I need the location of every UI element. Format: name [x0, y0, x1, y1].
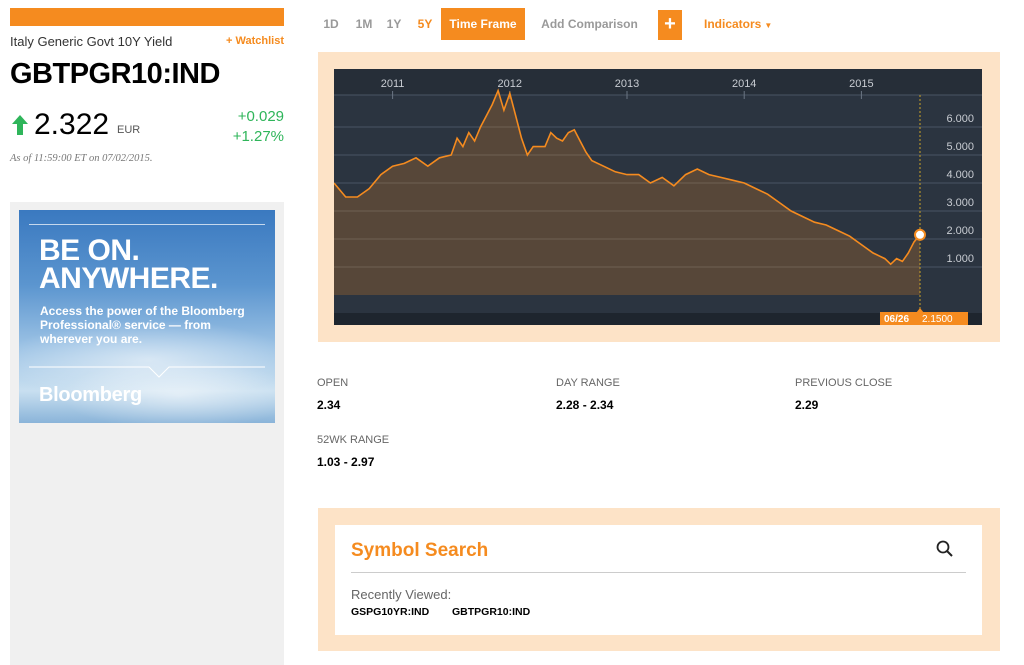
price-chart[interactable]: 1.000 2.000 3.000 4.000 5.000 6.000 2011 2012 20…: [334, 69, 1000, 325]
y-tick-label: 1.000: [946, 253, 974, 265]
ticker-symbol: GBTPGR10:IND: [10, 58, 220, 90]
bloomberg-ad-banner[interactable]: BE ON. ANYWHERE. Access the power of the…: [19, 210, 275, 423]
price-row: 2.322 EUR +0.029 +1.27%: [10, 108, 284, 152]
ad-panel: BE ON. ANYWHERE. Access the power of the…: [10, 202, 284, 665]
add-comparison-button[interactable]: Add Comparison: [532, 8, 647, 40]
add-comparison-plus-button[interactable]: +: [658, 10, 682, 40]
day-range-value: 2.28 - 2.34: [556, 398, 614, 412]
caret-down-icon: ▼: [764, 21, 773, 30]
quote-page: Italy Generic Govt 10Y Yield + Watchlist…: [0, 0, 1024, 665]
recently-viewed-label: Recently Viewed:: [351, 587, 452, 602]
indicators-label: Indicators: [704, 17, 762, 31]
tooltip-value: 2.1500: [922, 314, 953, 325]
x-tick-label: 2015: [849, 78, 873, 90]
day-range-label: DAY RANGE: [556, 377, 620, 389]
indicators-dropdown[interactable]: Indicators ▼: [704, 8, 772, 40]
price-marker: [914, 228, 926, 241]
open-label: OPEN: [317, 377, 349, 389]
ad-divider-pointer: [29, 366, 265, 378]
52wk-range-value: 1.03 - 2.97: [317, 455, 375, 469]
time-frame-button[interactable]: Time Frame: [441, 8, 525, 40]
symbol-search-title: Symbol Search: [351, 540, 489, 561]
open-value: 2.34: [317, 398, 341, 412]
52wk-range-label: 52WK RANGE: [317, 434, 390, 446]
recent-symbol-link[interactable]: GSPG10YR:IND: [351, 606, 429, 618]
change-absolute: +0.029: [237, 108, 284, 125]
x-tick-label: 2013: [615, 78, 639, 90]
range-5y-button[interactable]: 5Y: [412, 8, 438, 40]
accent-bar: [10, 8, 284, 26]
watchlist-button[interactable]: + Watchlist: [226, 35, 284, 47]
symbol-search-card: Symbol Search Recently Viewed: GSPG10YR:…: [335, 525, 982, 635]
security-name: Italy Generic Govt 10Y Yield: [10, 34, 173, 49]
currency: EUR: [117, 124, 141, 136]
ad-body-text: Access the power of the Bloomberg Profes…: [40, 304, 245, 346]
tooltip-date: 06/26: [884, 314, 909, 325]
y-tick-label: 4.000: [946, 169, 974, 181]
y-tick-label: 6.000: [946, 113, 974, 125]
as-of-timestamp: As of 11:59:00 ET on 07/02/2015.: [10, 153, 153, 164]
search-underline: [351, 572, 966, 573]
last-price: 2.322: [34, 108, 110, 141]
x-tick-label: 2011: [381, 78, 405, 90]
x-tick-label: 2012: [498, 78, 522, 90]
range-1d-button[interactable]: 1D: [318, 8, 344, 40]
ad-divider: [29, 224, 265, 225]
chart-frame: 1.000 2.000 3.000 4.000 5.000 6.000 2011 2012 20…: [318, 52, 1000, 342]
range-1y-button[interactable]: 1Y: [382, 8, 406, 40]
bloomberg-logo: Bloomberg: [39, 384, 142, 406]
previous-close-label: PREVIOUS CLOSE: [795, 377, 893, 389]
chart-x-axis-band: [334, 69, 982, 95]
y-tick-label: 5.000: [946, 141, 974, 153]
x-tick-label: 2014: [732, 78, 756, 90]
recent-symbol-link[interactable]: GBTPGR10:IND: [452, 606, 530, 618]
y-tick-label: 2.000: [946, 225, 974, 237]
previous-close-value: 2.29: [795, 398, 819, 412]
range-1m-button[interactable]: 1M: [350, 8, 378, 40]
up-arrow-icon: [12, 115, 28, 135]
search-icon[interactable]: [935, 539, 955, 559]
y-tick-label: 3.000: [946, 197, 974, 209]
change-percent: +1.27%: [232, 128, 284, 145]
ad-headline-2: ANYWHERE.: [39, 262, 218, 295]
price-chart-svg: 1.000 2.000 3.000 4.000 5.000 6.000 2011 2012 20…: [334, 69, 982, 325]
symbol-search-panel: Symbol Search Recently Viewed: GSPG10YR:…: [318, 508, 1000, 651]
left-column: Italy Generic Govt 10Y Yield + Watchlist…: [10, 0, 284, 665]
